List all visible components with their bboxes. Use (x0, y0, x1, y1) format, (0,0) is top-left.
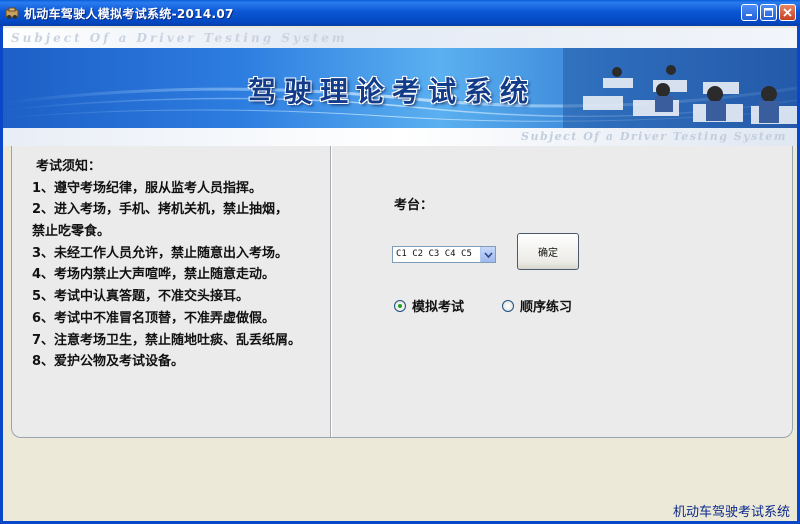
mode-simulate-label: 模拟考试 (412, 300, 465, 315)
mode-simulate-option[interactable]: 模拟考试 (394, 296, 464, 315)
mode-practice-option[interactable]: 顺序练习 (502, 296, 572, 315)
notice-item: 4、考场内禁止大声喧哗，禁止随意走动。 (32, 267, 276, 283)
banner-main-title: 驾驶理论考试系统 (248, 75, 537, 108)
notice-item: 8、爱护公物及考试设备。 (32, 354, 185, 370)
confirm-button[interactable]: 确定 (517, 233, 579, 270)
radio-checked-icon[interactable] (394, 299, 406, 312)
dropdown-button[interactable] (480, 247, 495, 262)
maximize-button[interactable] (760, 4, 777, 21)
mode-practice-label: 顺序练习 (520, 300, 573, 315)
exam-notice: 考试须知： 1、遵守考场纪律，服从监考人员指挥。 2、进入考场，手机、拷机关机，… (32, 156, 301, 373)
notice-item: 5、考试中认真答题，不准交头接耳。 (32, 289, 250, 305)
minimize-icon (746, 14, 752, 16)
exam-settings: 考台： C1 C2 C3 C4 C5 确定 模拟考试 顺序练习 (332, 146, 792, 436)
maximize-icon (764, 8, 773, 17)
notice-title: 考试须知： (36, 159, 102, 174)
banner: 驾驶理论考试系统 (3, 48, 797, 128)
station-label: 考台： (394, 198, 434, 213)
notice-item: 禁止吃零食。 (32, 224, 111, 240)
radio-unchecked-icon[interactable] (502, 299, 514, 312)
notice-item: 6、考试中不准冒名顶替，不准弄虚做假。 (32, 310, 276, 326)
notice-item: 1、遵守考场纪律，服从监考人员指挥。 (32, 180, 263, 196)
close-icon (783, 8, 792, 17)
minimize-button[interactable] (741, 4, 758, 21)
chevron-down-icon (483, 251, 493, 258)
station-select[interactable]: C1 C2 C3 C4 C5 (392, 246, 496, 263)
notice-item: 3、未经工作人员允许，禁止随意出入考场。 (32, 245, 289, 261)
main-panel: 考试须知： 1、遵守考场纪律，服从监考人员指挥。 2、进入考场，手机、拷机关机，… (11, 146, 793, 438)
title-bar[interactable]: 机动车驾驶人模拟考试系统-2014.07 (0, 0, 800, 26)
banner-subtitle-top: Subject Of a Driver Testing System (3, 28, 797, 48)
footer-text: 机动车驾驶考试系统 (672, 505, 790, 520)
banner-subtitle-bottom: Subject Of a Driver Testing System (3, 128, 797, 146)
station-selected-value: C1 C2 C3 C4 C5 (396, 249, 472, 259)
notice-item: 7、注意考场卫生，禁止随地吐痰、乱丢纸屑。 (32, 332, 302, 348)
window-title: 机动车驾驶人模拟考试系统-2014.07 (24, 6, 234, 21)
close-button[interactable] (779, 4, 796, 21)
window-controls (741, 4, 796, 21)
notice-item: 2、进入考场，手机、拷机关机，禁止抽烟， (32, 202, 289, 218)
app-icon (5, 7, 19, 19)
